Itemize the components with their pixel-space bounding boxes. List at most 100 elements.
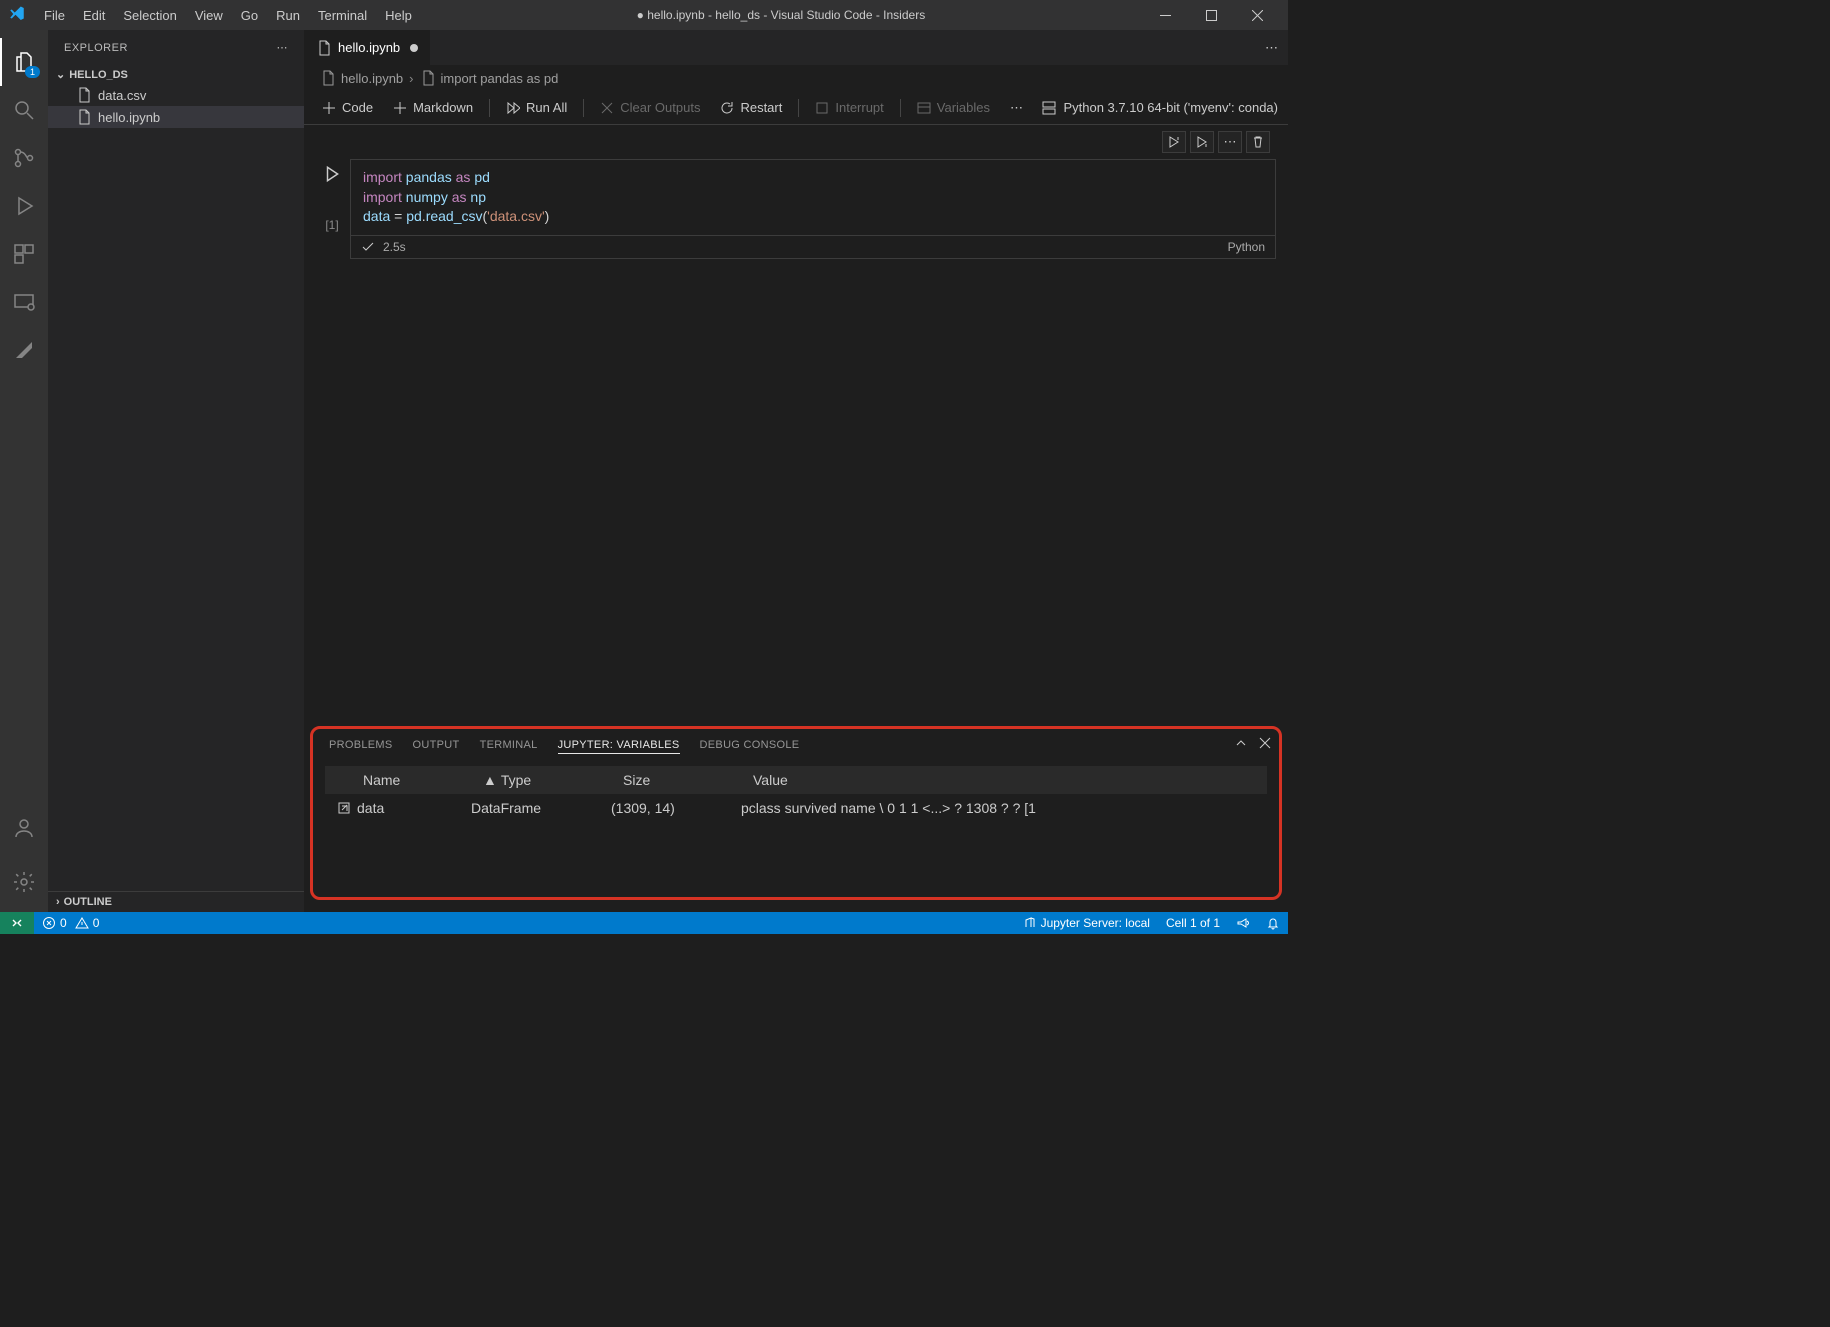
col-value[interactable]: Value <box>753 772 1259 788</box>
separator <box>489 99 490 117</box>
col-size[interactable]: Size <box>623 772 753 788</box>
tab-output[interactable]: OUTPUT <box>413 737 460 754</box>
sort-asc-icon: ▲ <box>483 772 497 788</box>
status-bar: 0 0 Jupyter Server: local Cell 1 of 1 <box>0 912 1288 934</box>
menu-selection[interactable]: Selection <box>115 4 184 27</box>
accounts-activity[interactable] <box>0 804 48 852</box>
btn-label: Run All <box>526 100 567 115</box>
clear-icon <box>600 101 614 115</box>
panel-close-icon[interactable] <box>1258 736 1272 750</box>
tab-jupyter-variables[interactable]: JUPYTER: VARIABLES <box>558 737 680 754</box>
toolbar-more-button[interactable]: ⋯ <box>1002 96 1031 120</box>
outline-section[interactable]: › OUTLINE <box>48 891 304 912</box>
menu-help[interactable]: Help <box>377 4 420 27</box>
folder-root[interactable]: ⌄ HELLO_DS <box>48 65 304 84</box>
menu-terminal[interactable]: Terminal <box>310 4 375 27</box>
col-type[interactable]: ▲Type <box>483 772 623 788</box>
notebook-toolbar: Code Markdown Run All Clear Outputs Rest… <box>304 91 1288 125</box>
tab-debug-console[interactable]: DEBUG CONSOLE <box>700 737 800 754</box>
panel-maximize-icon[interactable] <box>1234 736 1248 750</box>
code-editor[interactable]: import pandas as pd import numpy as np d… <box>350 159 1276 236</box>
breadcrumb-file[interactable]: hello.ipynb <box>320 70 403 86</box>
execution-count: [1] <box>325 218 338 236</box>
tab-hello-ipynb[interactable]: hello.ipynb <box>304 30 430 65</box>
menu-edit[interactable]: Edit <box>75 4 113 27</box>
btn-label: Variables <box>937 100 990 115</box>
add-code-button[interactable]: Code <box>314 96 381 119</box>
variables-button[interactable]: Variables <box>909 96 998 119</box>
titlebar: File Edit Selection View Go Run Terminal… <box>0 0 1288 30</box>
var-name: data <box>357 800 471 816</box>
chevron-right-icon <box>409 71 413 86</box>
col-name[interactable]: Name <box>363 772 483 788</box>
remote-button[interactable] <box>0 912 34 934</box>
root-name: HELLO_DS <box>69 69 128 81</box>
tab-problems[interactable]: PROBLEMS <box>329 737 393 754</box>
kernel-label: Python 3.7.10 64-bit ('myenv': conda) <box>1063 100 1278 115</box>
run-cell-button[interactable] <box>1162 131 1186 153</box>
clear-outputs-button[interactable]: Clear Outputs <box>592 96 708 119</box>
success-icon <box>361 240 375 254</box>
run-all-button[interactable]: Run All <box>498 96 575 119</box>
breadcrumb-cell[interactable]: import pandas as pd <box>420 70 559 86</box>
maximize-button[interactable] <box>1188 0 1234 30</box>
remote-activity[interactable] <box>0 278 48 326</box>
stop-icon <box>815 101 829 115</box>
warnings-status[interactable]: 0 <box>75 916 108 930</box>
server-icon <box>1023 916 1037 930</box>
interrupt-button[interactable]: Interrupt <box>807 96 891 119</box>
add-markdown-button[interactable]: Markdown <box>385 96 481 119</box>
explorer-activity[interactable]: 1 <box>0 38 48 86</box>
cell-language[interactable]: Python <box>1228 240 1265 254</box>
menu-view[interactable]: View <box>187 4 231 27</box>
window-controls <box>1142 0 1280 30</box>
id: pd <box>406 208 422 224</box>
file-icon <box>320 70 336 86</box>
settings-activity[interactable] <box>0 858 48 906</box>
cell-status-bar: 2.5s Python <box>350 236 1276 259</box>
tab-more-icon[interactable]: ⋯ <box>1255 40 1288 56</box>
file-icon <box>420 70 436 86</box>
jupyter-label: Jupyter Server: local <box>1041 916 1150 930</box>
cell-position-status[interactable]: Cell 1 of 1 <box>1158 916 1228 930</box>
menu-run[interactable]: Run <box>268 4 308 27</box>
tab-label: hello.ipynb <box>338 40 400 55</box>
delete-cell-button[interactable] <box>1246 131 1270 153</box>
jupyter-server-status[interactable]: Jupyter Server: local <box>1015 916 1158 930</box>
menu-go[interactable]: Go <box>233 4 266 27</box>
warning-count: 0 <box>93 916 100 930</box>
search-activity[interactable] <box>0 86 48 134</box>
cell-toolbar: ⋯ <box>304 125 1288 153</box>
execute-cell-button[interactable] <box>323 159 341 183</box>
id: read_csv <box>426 208 483 224</box>
tab-terminal[interactable]: TERMINAL <box>480 737 538 754</box>
run-below-button[interactable] <box>1190 131 1214 153</box>
jupyter-activity[interactable] <box>0 326 48 374</box>
exec-time: 2.5s <box>383 240 406 254</box>
restart-button[interactable]: Restart <box>712 96 790 119</box>
feedback-button[interactable] <box>1228 916 1258 930</box>
errors-status[interactable]: 0 <box>34 916 75 930</box>
panel-actions <box>1234 736 1272 750</box>
id: pandas <box>406 169 452 185</box>
debug-activity[interactable] <box>0 182 48 230</box>
file-hello-ipynb[interactable]: hello.ipynb <box>48 106 304 128</box>
file-data-csv[interactable]: data.csv <box>48 84 304 106</box>
open-variable-icon[interactable] <box>331 800 357 816</box>
menu-file[interactable]: File <box>36 4 73 27</box>
notifications-button[interactable] <box>1258 916 1288 930</box>
minimize-button[interactable] <box>1142 0 1188 30</box>
editor-area: hello.ipynb ⋯ hello.ipynb import pandas … <box>304 30 1288 912</box>
variable-row[interactable]: data DataFrame (1309, 14) pclass survive… <box>325 794 1267 822</box>
breadcrumb-label: import pandas as pd <box>441 71 559 86</box>
kw: import <box>363 169 402 185</box>
kernel-picker[interactable]: Python 3.7.10 64-bit ('myenv': conda) <box>1041 100 1278 116</box>
close-button[interactable] <box>1234 0 1280 30</box>
extensions-activity[interactable] <box>0 230 48 278</box>
cell-more-button[interactable]: ⋯ <box>1218 131 1242 153</box>
kw: import <box>363 189 402 205</box>
sidebar-more-icon[interactable]: ⋯ <box>277 41 289 54</box>
scm-activity[interactable] <box>0 134 48 182</box>
sidebar-title: EXPLORER <box>64 42 128 54</box>
chevron-down-icon: ⌄ <box>56 68 65 81</box>
